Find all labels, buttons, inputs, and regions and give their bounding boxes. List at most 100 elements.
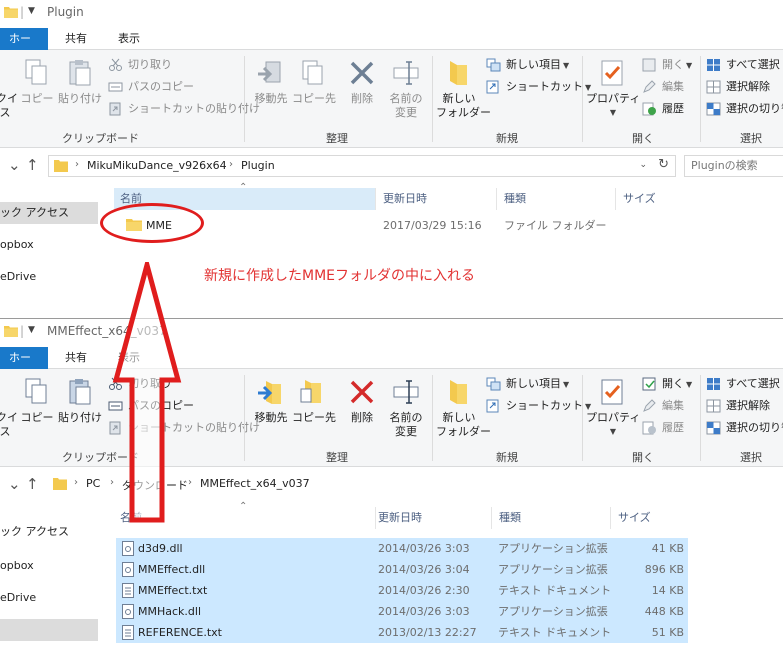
title-separator: | — [20, 324, 25, 338]
select-all-button[interactable]: すべて選択 — [706, 375, 780, 393]
paste-icon — [69, 60, 91, 86]
copy-to-button[interactable]: コピー先 — [292, 377, 336, 425]
paste-icon — [69, 379, 91, 405]
file-size: 41 KB — [651, 542, 684, 555]
file-size: 448 KB — [644, 605, 684, 618]
copy-icon — [25, 59, 47, 85]
recent-locations-chevron-icon[interactable]: ⌄ — [8, 156, 21, 174]
new-item-button[interactable]: 新しい項目 ▼ — [486, 56, 569, 74]
copy-to-icon — [302, 60, 323, 85]
new-item-button[interactable]: 新しい項目 ▼ — [486, 375, 569, 393]
new-folder-icon — [450, 61, 467, 85]
edit-button[interactable]: 編集 — [642, 397, 684, 415]
tab-view[interactable]: 表示 — [110, 30, 148, 50]
nav-dropbox[interactable]: opbox — [0, 559, 34, 572]
nav-onedrive[interactable]: eDrive — [0, 591, 36, 604]
nav-quick-access[interactable]: ック アクセス — [0, 523, 69, 539]
move-to-button[interactable]: 移動先 — [250, 58, 292, 106]
history-button[interactable]: 履歴 — [642, 100, 684, 118]
delete-button[interactable]: 削除 — [342, 58, 382, 106]
tab-home[interactable]: ホーム — [0, 28, 48, 67]
open-icon — [642, 58, 656, 72]
copy-path-button[interactable]: パスのコピー — [108, 78, 194, 96]
up-arrow-icon[interactable]: ↑ — [26, 156, 39, 174]
properties-button[interactable]: プロパティ ▼ — [586, 58, 640, 120]
table-row[interactable]: d3d9.dll 2014/03/26 3:03 アプリケーション拡張 41 K… — [116, 538, 688, 559]
delete-button[interactable]: 削除 — [342, 377, 382, 425]
new-shortcut-button[interactable]: ショートカット ▼ — [486, 397, 591, 415]
history-button[interactable]: 履歴 — [642, 419, 684, 437]
copy-button[interactable]: コピー — [20, 58, 54, 106]
new-shortcut-button[interactable]: ショートカット ▼ — [486, 78, 591, 96]
breadcrumb-item[interactable]: MikuMikuDance_v926x64 — [87, 159, 227, 172]
nav-onedrive[interactable]: eDrive — [0, 270, 36, 283]
rename-button[interactable]: 名前の 変更 — [384, 377, 428, 439]
address-dropdown-icon[interactable]: ⌄ — [639, 160, 647, 170]
select-none-button[interactable]: 選択解除 — [706, 397, 770, 415]
breadcrumb-item[interactable]: MMEffect_x64_v037 — [200, 477, 310, 490]
new-group-label: 新規 — [496, 132, 518, 145]
group-divider — [432, 56, 433, 142]
column-header-modified[interactable]: 更新日時 — [377, 188, 497, 210]
new-folder-button[interactable]: 新しい フォルダー — [436, 377, 491, 439]
pin-quick-access-button[interactable]: クイ ス — [0, 92, 18, 120]
tab-share[interactable]: 共有 — [57, 349, 95, 369]
properties-checkmark-icon — [601, 379, 623, 405]
open-button[interactable]: 開く ▼ — [642, 375, 692, 393]
invert-selection-icon — [706, 102, 721, 116]
search-input[interactable]: Pluginの検索 — [684, 155, 783, 177]
table-row[interactable]: MMEffect.dll 2014/03/26 3:04 アプリケーション拡張 … — [116, 559, 688, 580]
up-arrow-icon[interactable]: ↑ — [26, 475, 39, 493]
breadcrumb-item[interactable]: PC — [86, 477, 100, 490]
table-row[interactable]: MMHack.dll 2014/03/26 3:03 アプリケーション拡張 44… — [116, 601, 688, 622]
open-button[interactable]: 開く ▼ — [642, 56, 692, 74]
quick-access-dropdown-icon[interactable]: ▼ — [28, 325, 35, 335]
nav-selected-item[interactable] — [0, 619, 98, 641]
pin-quick-access-button[interactable]: クイ ス — [0, 411, 18, 439]
properties-button[interactable]: プロパティ ▼ — [586, 377, 640, 439]
select-all-button[interactable]: すべて選択 — [706, 56, 780, 74]
breadcrumb-chevron-icon: › — [229, 159, 233, 170]
nav-quick-access[interactable]: ック アクセス — [0, 202, 98, 224]
rename-button[interactable]: 名前の 変更 — [384, 58, 428, 120]
paste-button[interactable]: 貼り付け — [58, 377, 102, 425]
copy-to-button[interactable]: コピー先 — [292, 58, 336, 106]
breadcrumb-item[interactable]: Plugin — [241, 159, 275, 172]
open-icon — [642, 377, 656, 391]
ribbon: クイ ス コピー 貼り付け 切り取り パスのコピー ショートカットの貼り付け ク… — [0, 50, 783, 148]
quick-access-dropdown-icon[interactable]: ▼ — [28, 6, 35, 16]
invert-selection-button[interactable]: 選択の切り替 — [706, 419, 783, 437]
column-header-type[interactable]: 種類 — [498, 188, 616, 210]
address-bar[interactable]: › MikuMikuDance_v926x64 › Plugin ⌄ ↻ — [48, 155, 676, 177]
paste-button[interactable]: 貼り付け — [58, 58, 102, 106]
recent-locations-chevron-icon[interactable]: ⌄ — [8, 475, 21, 493]
table-row[interactable]: REFERENCE.txt 2013/02/13 22:27 テキスト ドキュメ… — [116, 622, 688, 643]
file-type: テキスト ドキュメント — [498, 584, 612, 597]
table-row[interactable]: MMEffect.txt 2014/03/26 2:30 テキスト ドキュメント… — [116, 580, 688, 601]
column-header-size[interactable]: サイズ — [612, 507, 692, 529]
column-header-type[interactable]: 種類 — [493, 507, 611, 529]
invert-selection-icon — [706, 421, 721, 435]
move-to-button[interactable]: 移動先 — [250, 377, 292, 425]
paste-shortcut-button[interactable]: ショートカットの貼り付け — [108, 100, 260, 118]
navigation-pane: ック アクセス opbox eDrive — [0, 182, 102, 318]
file-size: 896 KB — [644, 563, 684, 576]
invert-selection-button[interactable]: 選択の切り替 — [706, 100, 783, 118]
cut-button[interactable]: 切り取り — [108, 56, 172, 74]
select-group-label: 選択 — [740, 451, 762, 464]
nav-dropbox[interactable]: opbox — [0, 238, 34, 251]
new-folder-button[interactable]: 新しい フォルダー — [436, 58, 491, 120]
column-header-size[interactable]: サイズ — [617, 188, 717, 210]
copy-button[interactable]: コピー — [20, 377, 54, 425]
tab-share[interactable]: 共有 — [57, 30, 95, 50]
rename-icon — [393, 61, 419, 85]
file-name: MMHack.dll — [138, 605, 202, 618]
tab-home[interactable]: ホーム — [0, 347, 48, 386]
column-header-modified[interactable]: 更新日時 — [372, 507, 492, 529]
edit-button[interactable]: 編集 — [642, 78, 684, 96]
file-type: ファイル フォルダー — [504, 219, 607, 232]
refresh-icon[interactable]: ↻ — [658, 157, 669, 172]
select-none-button[interactable]: 選択解除 — [706, 78, 770, 96]
file-modified: 2014/03/26 3:03 — [378, 605, 470, 618]
navigation-pane: ック アクセス opbox eDrive — [0, 501, 102, 646]
